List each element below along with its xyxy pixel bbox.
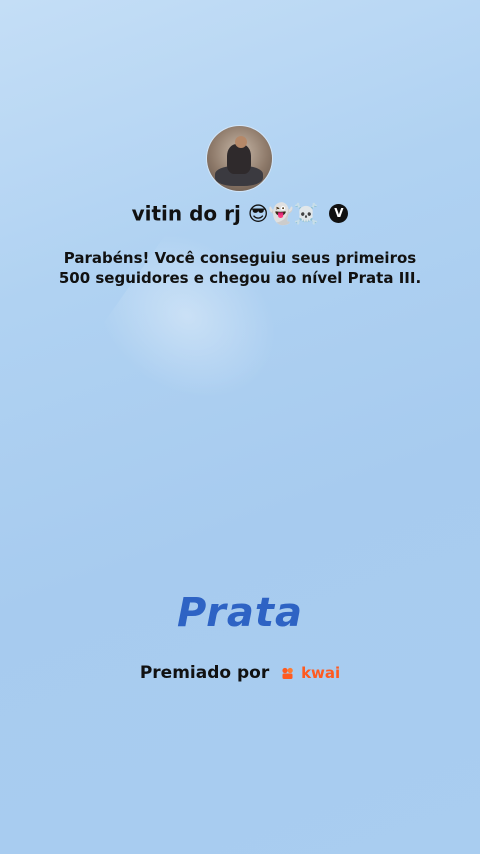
message-line-1: Parabéns! Você conseguiu seus primeiros: [63, 249, 417, 267]
kwai-logo-icon: [282, 667, 293, 679]
message-line-2: 500 seguidores e chegou ao nível Prata I…: [58, 269, 422, 287]
avatar-photo-part: [227, 144, 251, 174]
profile-name: vitin do rj: [131, 201, 241, 226]
avatar[interactable]: [207, 126, 272, 191]
level-title: Prata: [177, 590, 303, 636]
kwai-logo-text: kwai: [301, 664, 341, 682]
profile-name-row: vitin do rj 😎👻☠️ V: [0, 200, 480, 226]
award-row: Premiado por kwai: [0, 663, 480, 683]
profile-emojis: 😎👻☠️: [247, 201, 319, 226]
congratulation-message: Parabéns! Você conseguiu seus primeiros …: [40, 248, 440, 288]
avatar-photo-part: [235, 136, 247, 148]
verified-badge-icon: V: [329, 204, 349, 223]
award-prefix: Premiado por: [139, 663, 270, 683]
